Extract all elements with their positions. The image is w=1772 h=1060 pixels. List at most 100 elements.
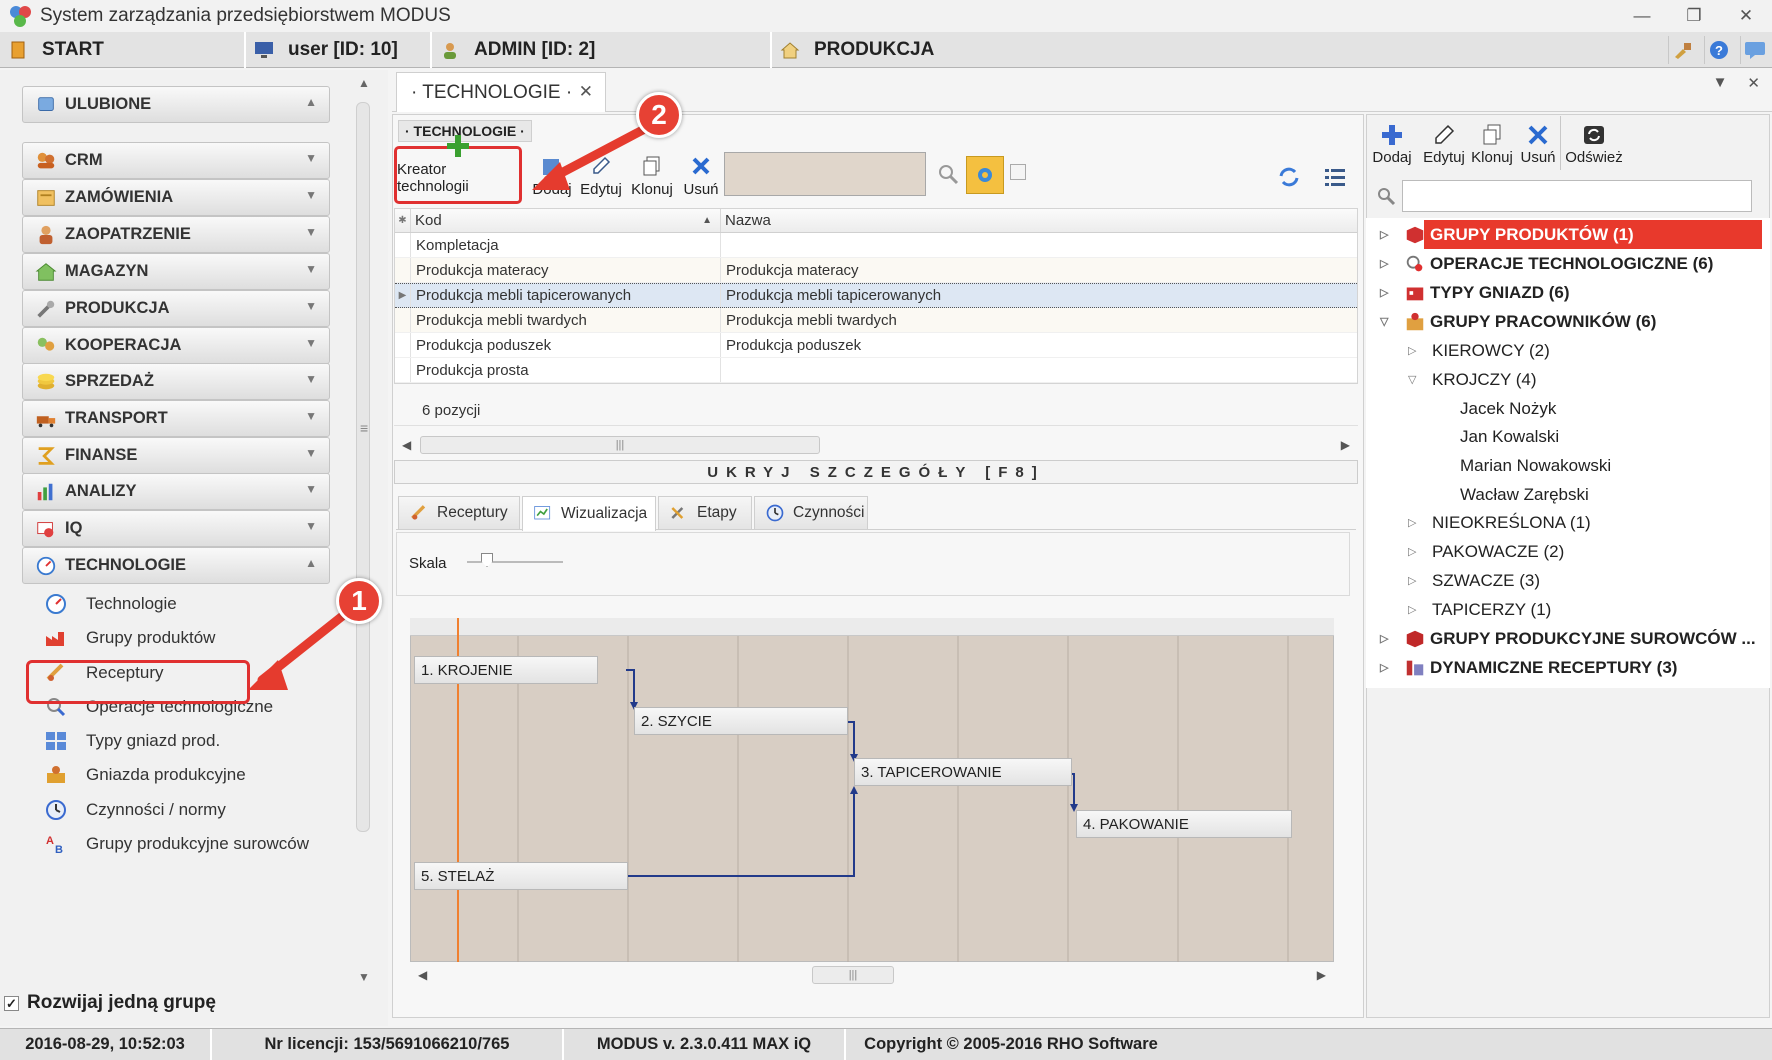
kreator-technologii-button[interactable]: Kreator technologii [394,135,522,204]
chevron-down-icon[interactable]: ▼ [305,336,317,350]
sidebar-group-1[interactable]: CRM ▼ [22,142,330,179]
chevron-down-icon[interactable]: ▼ [305,519,317,533]
tree-expand-icon[interactable]: ▷ [1408,344,1416,357]
sidebar-group-4[interactable]: MAGAZYN ▼ [22,253,330,290]
scroll-down-icon[interactable]: ▼ [358,970,370,984]
close-tab-icon[interactable]: ✕ [579,82,593,102]
tree-node[interactable]: Wacław Zarębski [1460,480,1589,509]
sidebar-group-0[interactable]: ULUBIONE ▲ [22,86,330,123]
tree-expand-icon[interactable]: ▷ [1408,603,1416,616]
gantt-horizontal-scrollbar[interactable]: ◀ ||| ▶ [410,962,1334,988]
tree-node[interactable]: ▷ DYNAMICZNE RECEPTURY (3) [1380,653,1677,682]
filter-checkbox[interactable] [1010,164,1026,180]
tree-expand-icon[interactable]: ▷ [1408,516,1416,529]
edytuj-button[interactable]: Edytuj [576,146,626,204]
tree-expand-icon[interactable]: ▷ [1408,574,1416,587]
gantt-bar[interactable]: 2. SZYCIE [634,707,848,735]
tree-search-input[interactable] [1402,180,1752,212]
sidebar-subitem-4[interactable]: Typy gniazd prod. [42,724,342,758]
search-icon[interactable] [934,160,962,188]
scroll-thumb[interactable]: ||| [420,436,820,454]
sidebar-scrollbar[interactable]: ▲ ▼ [352,70,374,990]
tab-receptury[interactable]: Receptury [398,496,520,530]
tree-collapse-icon[interactable]: ▽ [1380,315,1388,328]
sidebar-group-3[interactable]: ZAOPATRZENIE ▼ [22,216,330,253]
tree-expand-icon[interactable]: ▷ [1380,228,1388,241]
right-klonuj-button[interactable]: Klonuj [1470,116,1514,170]
chevron-down-icon[interactable]: ▼ [305,299,317,313]
tree-node[interactable]: ▽ KROJCZY (4) [1408,365,1537,394]
gantt-bar[interactable]: 3. TAPICEROWANIE [854,758,1072,786]
right-edytuj-button[interactable]: Edytuj [1420,116,1468,170]
tab-technologie[interactable]: · TECHNOLOGIE · ✕ [396,72,606,112]
tree-node[interactable]: ▷ PAKOWACZE (2) [1408,537,1564,566]
chevron-down-icon[interactable]: ▼ [305,262,317,276]
module-segment[interactable]: PRODUKCJA [772,32,1172,68]
tree-node[interactable]: Jacek Nożyk [1460,394,1556,423]
minimize-button[interactable]: — [1616,0,1668,32]
sidebar-group-8[interactable]: TRANSPORT ▼ [22,400,330,437]
tree-expand-icon[interactable]: ▷ [1380,661,1388,674]
gantt-scroll-thumb[interactable]: ||| [812,966,894,984]
table-row[interactable]: ▶ Produkcja mebli tapicerowanych Produkcja… [395,283,1357,308]
gantt-bar[interactable]: 4. PAKOWANIE [1076,810,1292,838]
tree-expand-icon[interactable]: ▷ [1380,257,1388,270]
scroll-left-icon[interactable]: ◀ [402,438,411,452]
tree-expand-icon[interactable]: ▷ [1408,545,1416,558]
user-segment[interactable]: user [ID: 10] [246,32,432,68]
tree-node[interactable]: ▷ GRUPY PRODUKCYJNE SUROWCÓW ... [1380,624,1756,653]
sidebar-subitem-6[interactable]: Czynności / normy [42,793,342,827]
expand-one-group-checkbox[interactable]: ✓ Rozwijaj jedną grupę [4,992,216,1014]
right-odśwież-button[interactable]: Odśwież [1562,116,1626,170]
tree-node[interactable]: ▷ KIEROWCY (2) [1408,336,1550,365]
sidebar-subitem-0[interactable]: Technologie [42,587,342,621]
chevron-down-icon[interactable]: ▼ [305,446,317,460]
tree-node[interactable]: ▷ OPERACJE TECHNOLOGICZNE (6) [1380,249,1713,278]
gantt-bar[interactable]: 1. KROJENIE [414,656,598,684]
scroll-up-icon[interactable]: ▲ [358,76,370,90]
sidebar-group-12[interactable]: TECHNOLOGIE ▲ [22,547,330,584]
chevron-down-icon[interactable]: ▼ [305,409,317,423]
chat-icon[interactable] [1740,36,1768,64]
tab-dropdown-icon[interactable]: ▼ [1713,74,1728,92]
chevron-down-icon[interactable]: ▼ [305,482,317,496]
column-header-nazwa[interactable]: Nazwa [721,209,1357,232]
tree-node[interactable]: ▷ SZWACZE (3) [1408,566,1540,595]
search-input[interactable] [724,152,926,196]
tree-node[interactable]: Marian Nowakowski [1460,451,1611,480]
admin-segment[interactable]: ADMIN [ID: 2] [432,32,772,68]
chevron-down-icon[interactable]: ▼ [305,372,317,386]
table-row[interactable]: Produkcja prosta [395,358,1357,383]
table-row[interactable]: Produkcja poduszek Produkcja poduszek [395,333,1357,358]
sidebar-scroll-thumb[interactable] [356,102,370,832]
scale-slider-thumb[interactable] [481,553,493,567]
chevron-down-icon[interactable]: ▼ [305,225,317,239]
sidebar-group-5[interactable]: PRODUKCJA ▼ [22,290,330,327]
sidebar-subitem-5[interactable]: Gniazda produkcyjne [42,758,342,792]
table-row[interactable]: Produkcja materacy Produkcja materacy [395,258,1357,283]
sidebar-group-10[interactable]: ANALIZY ▼ [22,473,330,510]
right-usuń-button[interactable]: Usuń [1518,116,1558,170]
grid-horizontal-scrollbar[interactable]: ◀ ||| ▶ [394,432,1358,458]
dodaj-button[interactable]: Dodaj [530,146,574,204]
tab-wizualizacja[interactable]: Wizualizacja [522,496,656,531]
klonuj-button[interactable]: Klonuj [628,146,676,204]
tree-node[interactable]: ▷ GRUPY PRODUKTÓW (1) [1380,220,1634,249]
tab-czynności[interactable]: Czynności [754,496,868,530]
checkbox-box[interactable]: ✓ [4,995,19,1011]
chevron-down-icon[interactable]: ▼ [305,188,317,202]
usun-button[interactable]: Usuń [678,146,724,204]
table-row[interactable]: Produkcja mebli twardych Produkcja mebli … [395,308,1357,333]
sidebar-subitem-7[interactable]: A B Grupy produkcyjne surowców [42,827,342,861]
table-row[interactable]: Kompletacja [395,233,1357,258]
tree-node[interactable]: ▽ GRUPY PRACOWNIKÓW (6) [1380,307,1656,336]
refresh-arrows-icon[interactable] [1276,164,1302,190]
gantt-scroll-right-icon[interactable]: ▶ [1317,968,1326,982]
tree-expand-icon[interactable]: ▷ [1380,286,1388,299]
tree-node[interactable]: ▷ TAPICERZY (1) [1408,595,1551,624]
gantt-scroll-left-icon[interactable]: ◀ [418,968,427,982]
list-view-icon[interactable] [1322,164,1348,190]
help-icon[interactable]: ? [1704,36,1732,64]
sidebar-group-7[interactable]: SPRZEDAŻ ▼ [22,363,330,400]
brush-icon[interactable] [1668,36,1696,64]
